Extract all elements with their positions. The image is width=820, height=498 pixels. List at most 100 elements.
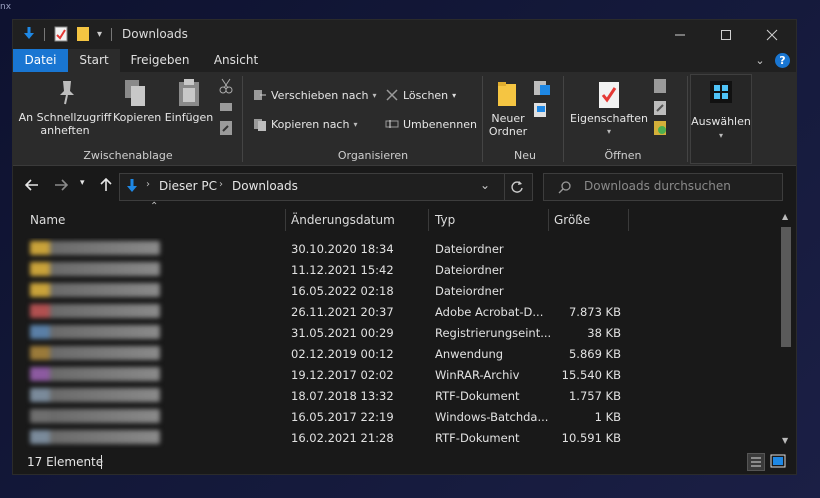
rename-label: Umbenennen	[403, 117, 477, 131]
file-type: Dateiordner	[435, 242, 504, 256]
column-separator[interactable]	[285, 209, 286, 231]
collapse-ribbon-icon[interactable]: ⌄	[751, 49, 769, 72]
file-icon-blurred	[30, 304, 160, 318]
navigation-bar: ▾ › Dieser PC › Downloads ⌄ Downloads du…	[13, 166, 796, 206]
properties-icon	[597, 80, 621, 113]
pin-quick-access-button[interactable]: An Schnellzugriff anheften	[17, 111, 113, 137]
breadcrumb-this-pc[interactable]: Dieser PC	[159, 179, 217, 193]
properties-button[interactable]: Eigenschaften ▾	[569, 112, 649, 138]
large-icons-view-icon[interactable]	[770, 454, 786, 471]
cut-icon[interactable]	[219, 78, 233, 97]
move-to-label: Verschieben nach	[271, 88, 369, 102]
file-date: 18.07.2018 13:32	[291, 389, 394, 403]
file-type: RTF-Dokument	[435, 389, 520, 403]
close-icon[interactable]	[749, 20, 795, 49]
address-dropdown-icon[interactable]: ⌄	[480, 178, 490, 192]
file-row[interactable]: 16.05.2022 02:18 Dateiordner	[13, 280, 778, 301]
file-row[interactable]: 02.12.2019 00:12 Anwendung 5.869 KB	[13, 343, 778, 364]
column-header-name[interactable]: Name	[30, 213, 65, 227]
new-folder-quick-icon[interactable]	[76, 26, 90, 42]
chevron-down-icon: ▾	[452, 90, 457, 100]
file-size: 10.591 KB	[561, 431, 621, 445]
maximize-icon[interactable]	[703, 20, 749, 49]
column-header-size[interactable]: Größe	[554, 213, 590, 227]
file-date: 26.11.2021 20:37	[291, 305, 394, 319]
search-placeholder: Downloads durchsuchen	[584, 179, 731, 193]
open-icon[interactable]	[653, 78, 667, 97]
select-button[interactable]: Auswählen ▾	[690, 74, 752, 164]
pin-icon	[55, 78, 79, 109]
copy-to-icon	[254, 119, 266, 131]
group-label-open: Öffnen	[604, 149, 642, 162]
title-separator	[44, 28, 45, 41]
edit-icon[interactable]	[653, 100, 667, 119]
file-row[interactable]: 19.12.2017 02:02 WinRAR-Archiv 15.540 KB	[13, 364, 778, 385]
column-header-row: ⌃ Name Änderungsdatum Typ Größe	[13, 201, 778, 233]
scroll-up-icon[interactable]: ▲	[782, 212, 788, 221]
select-label: Auswählen	[691, 115, 751, 128]
file-row[interactable]: 16.05.2017 22:19 Windows-Batchda... 1 KB	[13, 406, 778, 427]
group-label-clipboard: Zwischenablage	[83, 149, 173, 162]
file-size: 7.873 KB	[568, 305, 621, 319]
copy-button[interactable]: Kopieren	[113, 111, 161, 124]
move-to-button[interactable]: Verschieben nach ▾	[253, 88, 377, 102]
tab-ansicht[interactable]: Ansicht	[204, 49, 268, 72]
breadcrumb-downloads[interactable]: Downloads	[232, 179, 298, 193]
help-icon[interactable]: ?	[775, 53, 790, 68]
file-type: Dateiordner	[435, 284, 504, 298]
new-folder-button[interactable]: Neuer Ordner	[484, 112, 532, 138]
forward-arrow-icon[interactable]	[54, 178, 69, 196]
refresh-icon[interactable]	[510, 180, 524, 197]
column-separator[interactable]	[548, 209, 549, 231]
file-row[interactable]: 30.10.2020 18:34 Dateiordner	[13, 238, 778, 259]
file-row[interactable]: 26.11.2021 20:37 Adobe Acrobat-D... 7.87…	[13, 301, 778, 322]
file-type: Adobe Acrobat-D...	[435, 305, 544, 319]
recent-locations-icon[interactable]: ▾	[80, 178, 85, 188]
address-bar[interactable]: › Dieser PC › Downloads ⌄	[119, 173, 533, 201]
title-bar: ▾ Downloads	[13, 20, 796, 49]
paste-shortcut-icon[interactable]	[219, 120, 233, 139]
details-view-icon[interactable]	[747, 453, 765, 471]
paste-icon	[177, 78, 201, 111]
easy-access-icon[interactable]	[533, 102, 553, 123]
file-row[interactable]: 18.07.2018 13:32 RTF-Dokument 1.757 KB	[13, 385, 778, 406]
customize-quick-access-icon[interactable]: ▾	[97, 26, 102, 42]
copy-path-icon[interactable]	[219, 100, 233, 117]
column-separator[interactable]	[428, 209, 429, 231]
file-type: WinRAR-Archiv	[435, 368, 520, 382]
file-date: 16.05.2022 02:18	[291, 284, 394, 298]
minimize-icon[interactable]	[657, 20, 703, 49]
properties-quick-icon[interactable]	[54, 26, 68, 42]
explorer-window: ▾ Downloads Datei Start Freigeben Ansich…	[12, 19, 797, 475]
tab-start[interactable]: Start	[68, 49, 120, 72]
file-row[interactable]: 16.02.2021 21:28 RTF-Dokument 10.591 KB	[13, 427, 778, 448]
up-arrow-icon[interactable]	[99, 177, 113, 196]
rename-button[interactable]: Umbenennen	[385, 117, 477, 131]
history-icon[interactable]	[653, 120, 667, 139]
search-input[interactable]: Downloads durchsuchen	[543, 173, 783, 201]
chevron-down-icon: ▾	[372, 90, 377, 100]
new-item-icon[interactable]	[533, 80, 553, 101]
group-label-organize: Organisieren	[337, 149, 409, 162]
back-arrow-icon[interactable]	[24, 178, 39, 196]
column-separator[interactable]	[628, 209, 629, 231]
delete-button[interactable]: Löschen ▾	[385, 88, 456, 102]
scrollbar-thumb[interactable]	[781, 227, 791, 347]
breadcrumb-chevron-icon: ›	[146, 179, 150, 190]
file-row[interactable]: 11.12.2021 15:42 Dateiordner	[13, 259, 778, 280]
copy-to-button[interactable]: Kopieren nach ▾	[253, 117, 357, 131]
paste-button[interactable]: Einfügen	[163, 111, 215, 124]
column-header-type[interactable]: Typ	[435, 213, 455, 227]
file-icon-blurred	[30, 283, 160, 297]
scroll-down-icon[interactable]: ▼	[782, 436, 788, 445]
tab-freigeben[interactable]: Freigeben	[124, 49, 196, 72]
file-icon-blurred	[30, 430, 160, 444]
file-icon-blurred	[30, 241, 160, 255]
vertical-scrollbar[interactable]: ▲ ▼	[778, 207, 794, 452]
file-row[interactable]: 31.05.2021 00:29 Registrierungseint... 3…	[13, 322, 778, 343]
column-header-date[interactable]: Änderungsdatum	[291, 213, 395, 227]
downloads-arrow-icon	[22, 26, 36, 42]
file-date: 11.12.2021 15:42	[291, 263, 394, 277]
tab-datei[interactable]: Datei	[13, 49, 68, 72]
file-icon-blurred	[30, 367, 160, 381]
